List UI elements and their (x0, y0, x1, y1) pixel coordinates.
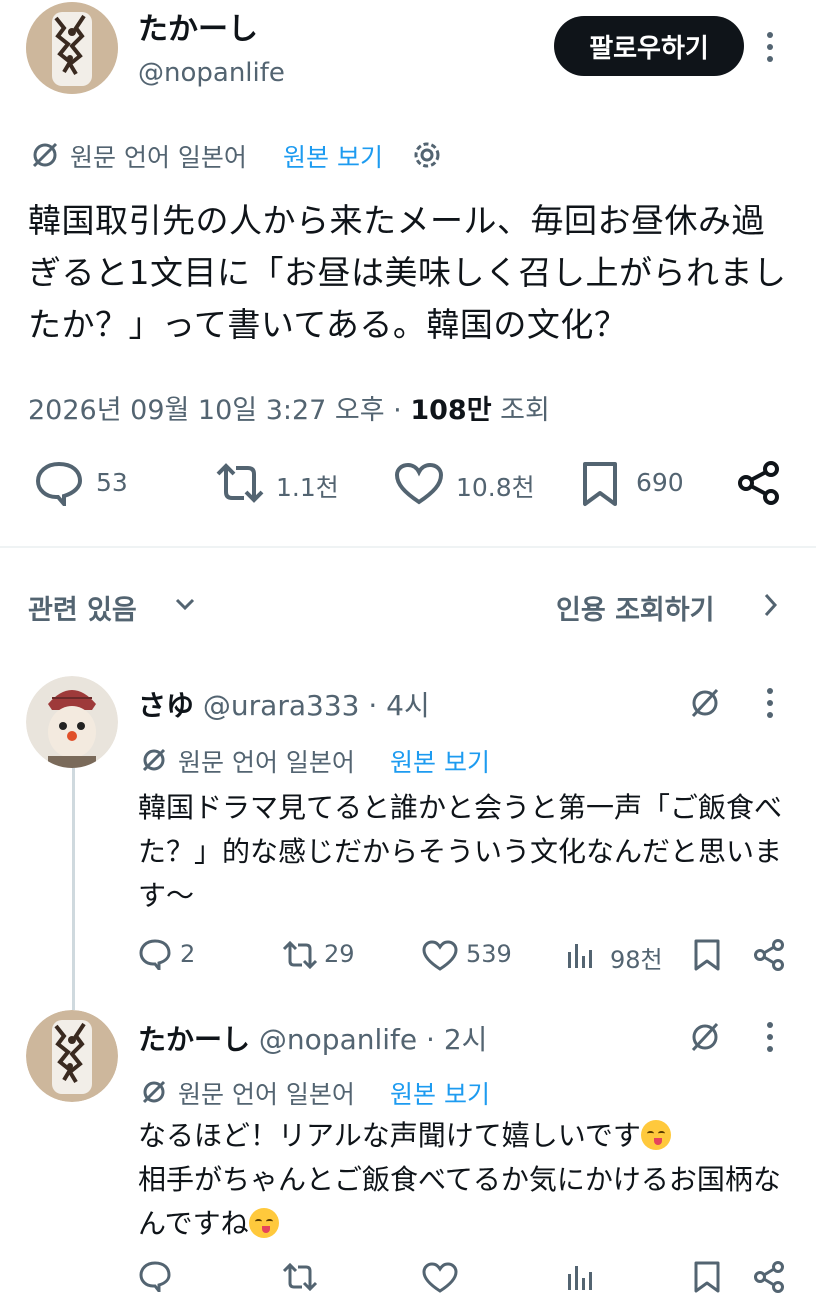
like-count: 10.8천 (456, 473, 535, 502)
view-original-link[interactable]: 원본 보기 (390, 1075, 490, 1111)
views-label: 조회 (500, 395, 550, 426)
more-vertical-icon[interactable] (760, 686, 780, 720)
translate-note: 원문 언어 일본어 (70, 143, 247, 172)
tweet-text: 韓国取引先の人から来たメール、毎回お昼休み過ぎると1文目に「お昼は美味しく召し上… (28, 201, 787, 344)
translate-off-icon (140, 1078, 168, 1106)
repost-icon[interactable] (212, 462, 268, 504)
author-name[interactable]: たかーし (138, 4, 258, 48)
reply-author-name[interactable]: さゆ (138, 689, 194, 722)
repost-count: 1.1천 (276, 473, 339, 502)
reply-author-handle[interactable]: @urara333 (203, 689, 360, 722)
yum-emoji-icon (248, 1208, 279, 1238)
like-count: 539 (466, 940, 512, 968)
repost-count: 29 (324, 940, 355, 968)
thread-line (72, 766, 75, 1010)
reply-text: 韓国ドラマ見てると誰かと会うと第一声「ご飯食べた？」的な感じだからそういう文化な… (138, 791, 783, 912)
chevron-right-icon[interactable] (762, 592, 778, 618)
views-count: 108만 (410, 395, 492, 426)
bookmark-count: 690 (636, 468, 684, 497)
reply-time[interactable]: · 2시 (426, 1023, 487, 1056)
reply-text-line: 相手がちゃんとご飯食べてるか気にかけるお国柄なんですね (138, 1163, 781, 1240)
reply-header: たかーし @nopanlife · 2시 (138, 1018, 487, 1058)
share-icon[interactable] (752, 1260, 786, 1294)
repost-icon[interactable] (280, 940, 320, 970)
views-icon[interactable] (566, 1262, 594, 1292)
translate-off-icon[interactable] (688, 1020, 722, 1054)
view-count: 98천 (610, 946, 663, 974)
bookmark-icon[interactable] (692, 1260, 722, 1294)
reply-icon[interactable] (138, 1260, 172, 1292)
view-original-link[interactable]: 원본 보기 (283, 138, 383, 174)
tweet-meta: 2026년 09월 10일 3:27 오후 · 108만 조회 (28, 388, 550, 427)
translate-off-icon (140, 746, 168, 774)
translate-note: 원문 언어 일본어 (178, 1080, 355, 1109)
reply-icon[interactable] (34, 460, 84, 506)
reply-author-name[interactable]: たかーし (138, 1023, 250, 1056)
reply-text-line: なるほど！リアルな声聞けて嬉しいです (138, 1119, 641, 1152)
reply-text: なるほど！リアルな声聞けて嬉しいです 相手がちゃんとご飯食べてるか気にかけるお国… (138, 1114, 798, 1246)
heart-icon[interactable] (422, 940, 458, 972)
view-quotes-link[interactable]: 인용 조회하기 (556, 588, 714, 627)
avatar[interactable] (26, 2, 118, 94)
timestamp[interactable]: 2026년 09월 10일 3:27 오후 · (28, 395, 410, 426)
translate-off-icon (30, 140, 60, 170)
share-icon[interactable] (752, 938, 786, 972)
reply-count: 2 (180, 940, 196, 968)
share-icon[interactable] (736, 460, 782, 506)
heart-icon[interactable] (394, 462, 444, 506)
translate-note: 원문 언어 일본어 (178, 748, 355, 777)
related-label[interactable]: 관련 있음 (28, 588, 137, 627)
translate-off-icon[interactable] (688, 686, 722, 720)
reply-time[interactable]: · 4시 (368, 689, 429, 722)
reply-header: さゆ @urara333 · 4시 (138, 684, 430, 724)
avatar[interactable] (26, 676, 118, 768)
reply-author-handle[interactable]: @nopanlife (259, 1023, 417, 1056)
reply-count: 53 (96, 468, 128, 497)
bookmark-icon[interactable] (692, 938, 722, 972)
gear-icon[interactable] (410, 138, 444, 172)
view-original-link[interactable]: 원본 보기 (390, 743, 490, 779)
yum-emoji-icon (640, 1120, 671, 1150)
bookmark-icon[interactable] (580, 460, 620, 508)
repost-icon[interactable] (280, 1262, 320, 1292)
author-handle[interactable]: @nopanlife (138, 58, 285, 88)
more-vertical-icon[interactable] (760, 1020, 780, 1054)
avatar[interactable] (26, 1010, 118, 1102)
more-vertical-icon[interactable] (760, 30, 780, 64)
follow-button[interactable]: 팔로우하기 (554, 16, 744, 76)
heart-icon[interactable] (422, 1262, 458, 1294)
chevron-down-icon[interactable] (174, 596, 196, 612)
reply-icon[interactable] (138, 938, 172, 970)
divider (0, 546, 816, 548)
views-icon[interactable] (566, 940, 594, 970)
